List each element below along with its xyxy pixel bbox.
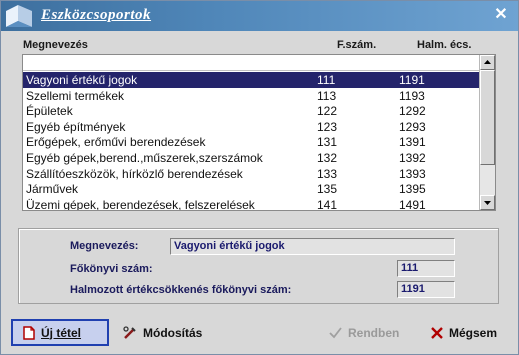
new-document-icon: [23, 325, 35, 340]
table-row[interactable]: Egyéb építmények 123 1293: [23, 119, 480, 135]
table-row[interactable]: Üzemi gépek, berendezések, felszerelések…: [23, 197, 480, 211]
new-item-button[interactable]: Új tétel: [11, 319, 109, 346]
table-row[interactable]: Épületek 122 1292: [23, 103, 480, 119]
row-name-cell: Egyéb építmények: [26, 119, 126, 134]
app-logo-icon: [6, 5, 32, 27]
row-ledger-cell: 141: [317, 197, 338, 211]
table-row[interactable]: Járművek 135 1395: [23, 181, 480, 197]
row-name-cell: Üzemi gépek, berendezések, felszerelések: [26, 197, 255, 211]
arrow-down-icon: [484, 201, 491, 205]
scroll-down-button[interactable]: [480, 195, 495, 210]
row-name-cell: Erőgépek, erőművi berendezések: [26, 135, 206, 150]
table-row[interactable]: Szellemi termékek 113 1193: [23, 88, 480, 104]
title-bar[interactable]: Eszközcsoportok ✕: [1, 1, 518, 31]
row-depr-cell: 1491: [399, 197, 426, 211]
asset-group-grid[interactable]: Vagyoni értékű jogok 111 1191 Szellemi term…: [22, 54, 496, 211]
window-title: Eszközcsoportok: [41, 7, 152, 23]
row-ledger-cell: 133: [317, 166, 338, 181]
row-name-cell: Járművek: [26, 182, 79, 197]
ok-button[interactable]: Rendben: [319, 319, 413, 346]
row-name-cell: Szállítóeszközök, hírközlő berendezések: [26, 166, 243, 181]
row-depr-cell: 1293: [399, 119, 426, 134]
close-icon: ✕: [494, 6, 508, 23]
row-depr-cell: 1392: [399, 150, 426, 165]
name-field[interactable]: Vagyoni értékű jogok: [170, 238, 455, 255]
grid-rows: Vagyoni értékű jogok 111 1191 Szellemi term…: [23, 72, 480, 211]
dialog-window: Eszközcsoportok ✕ Megnevezés F.szám. Hal…: [0, 0, 519, 355]
scroll-up-button[interactable]: [480, 55, 495, 70]
row-ledger-cell: 113: [317, 88, 337, 103]
row-depr-cell: 1393: [399, 166, 426, 181]
row-name-cell: Vagyoni értékű jogok: [26, 73, 138, 87]
close-button[interactable]: ✕: [492, 6, 510, 24]
detail-panel: Megnevezés: Vagyoni értékű jogok Főkönyv…: [18, 228, 499, 304]
row-name-cell: Szellemi termékek: [26, 88, 125, 103]
column-header-ledger: F.szám.: [337, 39, 377, 51]
arrow-up-icon: [484, 60, 491, 64]
edit-tools-icon: [123, 325, 136, 339]
row-ledger-cell: 122: [317, 104, 338, 119]
depr-label: Halmozott értékcsökkenés főkönyvi szám:: [70, 284, 292, 296]
column-header-depr: Halm. écs.: [417, 39, 472, 51]
row-ledger-cell: 135: [317, 182, 338, 197]
row-depr-cell: 1395: [399, 182, 426, 197]
table-row[interactable]: Szállítóeszközök, hírközlő berendezések 1…: [23, 166, 480, 182]
row-name-cell: Épületek: [26, 104, 73, 119]
row-name-cell: Egyéb gépek,berend.,műszerek,szerszámok: [26, 150, 263, 165]
row-depr-cell: 1292: [399, 104, 426, 119]
row-depr-cell: 1193: [399, 88, 425, 103]
row-ledger-cell: 132: [317, 150, 338, 165]
new-item-label: Új tétel: [41, 325, 82, 340]
table-row[interactable]: Egyéb gépek,berend.,műszerek,szerszámok 1…: [23, 150, 480, 166]
vertical-scrollbar[interactable]: [479, 55, 495, 210]
checkmark-icon: [329, 327, 342, 339]
table-row[interactable]: Vagyoni értékű jogok 111 1191: [23, 72, 480, 88]
row-ledger-cell: 123: [317, 119, 338, 134]
table-row[interactable]: Erőgépek, erőművi berendezések 131 1391: [23, 134, 480, 150]
row-depr-cell: 1391: [399, 135, 426, 150]
column-header-name: Megnevezés: [23, 39, 88, 51]
ledger-label: Főkönyvi szám:: [70, 263, 153, 275]
modify-button[interactable]: Módosítás: [113, 319, 213, 346]
name-label: Megnevezés:: [70, 240, 139, 252]
cancel-label: Mégsem: [449, 325, 498, 340]
row-ledger-cell: 111: [317, 73, 336, 87]
modify-label: Módosítás: [143, 325, 203, 340]
ledger-field[interactable]: 111: [397, 260, 455, 277]
ok-label: Rendben: [348, 325, 400, 340]
row-ledger-cell: 131: [317, 135, 338, 150]
row-depr-cell: 1191: [399, 73, 425, 87]
cancel-x-icon: [431, 326, 443, 339]
scroll-thumb[interactable]: [480, 70, 495, 165]
cancel-button[interactable]: Mégsem: [421, 319, 511, 346]
grid-filter-row[interactable]: [23, 55, 480, 71]
depr-field[interactable]: 1191: [397, 281, 455, 298]
